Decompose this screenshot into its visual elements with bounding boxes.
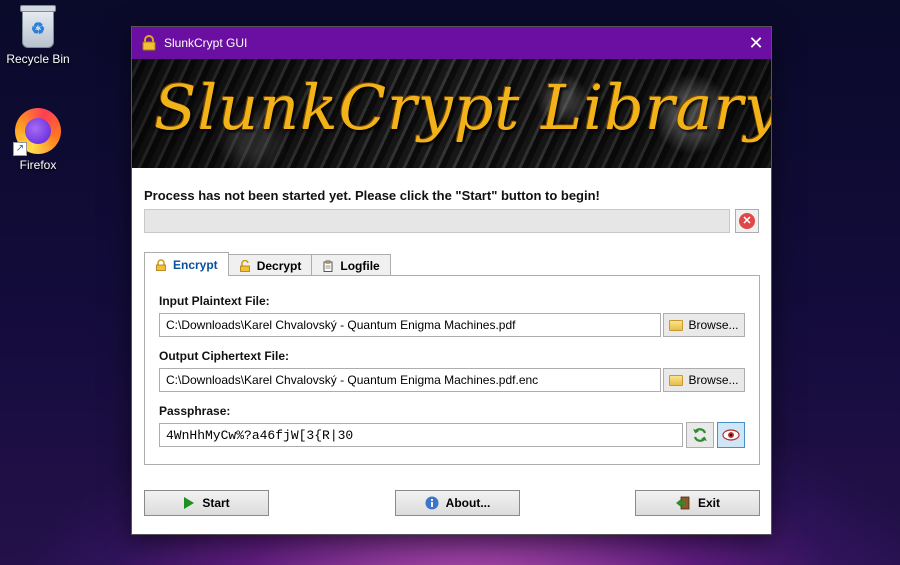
browse-label: Browse... <box>688 318 739 332</box>
status-message: Process has not been started yet. Please… <box>144 188 600 203</box>
refresh-icon <box>693 428 707 442</box>
tab-label: Decrypt <box>256 258 302 273</box>
title-bar[interactable]: SlunkCrypt GUI ✕ <box>132 27 771 59</box>
firefox-icon: ↗ <box>13 108 61 156</box>
desktop-icon-firefox[interactable]: ↗ Firefox <box>0 108 76 172</box>
lock-icon <box>156 258 166 271</box>
tab-encrypt[interactable]: Encrypt <box>144 252 229 276</box>
passphrase-field[interactable]: 4WnHhMyCw%?a46fjW[3{R|30 <box>159 423 683 447</box>
tab-decrypt[interactable]: Decrypt <box>227 254 313 276</box>
input-file-label: Input Plaintext File: <box>159 294 270 308</box>
about-button[interactable]: About... <box>395 490 520 516</box>
info-icon <box>425 496 439 510</box>
folder-icon <box>669 319 684 331</box>
about-label: About... <box>445 496 491 510</box>
start-button[interactable]: Start <box>144 490 269 516</box>
banner-title: SlunkCrypt Library <box>154 71 771 144</box>
clipboard-icon <box>323 260 333 272</box>
output-file-field[interactable]: C:\Downloads\Karel Chvalovský - Quantum … <box>159 368 661 392</box>
progress-bar <box>144 209 730 233</box>
recycle-bin-icon: ♻ <box>20 5 56 48</box>
close-button[interactable]: ✕ <box>741 27 771 59</box>
generate-passphrase-button[interactable] <box>686 422 714 448</box>
desktop-icon-label: Firefox <box>19 158 57 172</box>
window-title: SlunkCrypt GUI <box>164 36 248 50</box>
app-window: SlunkCrypt GUI ✕ SlunkCrypt Library Proc… <box>131 26 772 535</box>
folder-icon <box>669 374 684 386</box>
close-icon: ✕ <box>748 32 764 53</box>
unlock-icon <box>239 259 250 272</box>
show-passphrase-button[interactable] <box>717 422 745 448</box>
start-label: Start <box>202 496 230 510</box>
exit-door-icon <box>675 496 690 510</box>
main-content: Process has not been started yet. Please… <box>132 168 771 536</box>
cancel-icon: ✕ <box>739 213 755 229</box>
tab-label: Encrypt <box>173 257 218 272</box>
banner-image: SlunkCrypt Library <box>132 59 771 168</box>
desktop-icon-label: Recycle Bin <box>6 52 70 66</box>
input-file-field[interactable]: C:\Downloads\Karel Chvalovský - Quantum … <box>159 313 661 337</box>
desktop-icon-recycle-bin[interactable]: ♻ Recycle Bin <box>0 5 76 66</box>
eye-icon <box>722 429 740 441</box>
tab-strip: Encrypt Decrypt Logfile <box>144 252 391 276</box>
browse-input-button[interactable]: Browse... <box>663 313 745 337</box>
tab-label: Logfile <box>340 258 380 273</box>
abort-button[interactable]: ✕ <box>735 209 759 233</box>
browse-output-button[interactable]: Browse... <box>663 368 745 392</box>
shortcut-arrow-icon: ↗ <box>13 142 27 156</box>
play-icon <box>184 497 195 509</box>
lock-icon <box>142 35 156 51</box>
tab-logfile[interactable]: Logfile <box>311 254 391 276</box>
browse-label: Browse... <box>688 373 739 387</box>
exit-label: Exit <box>697 496 720 510</box>
output-file-label: Output Ciphertext File: <box>159 349 289 363</box>
passphrase-label: Passphrase: <box>159 404 231 418</box>
exit-button[interactable]: Exit <box>635 490 760 516</box>
encrypt-panel: Input Plaintext File: C:\Downloads\Karel… <box>144 275 760 465</box>
